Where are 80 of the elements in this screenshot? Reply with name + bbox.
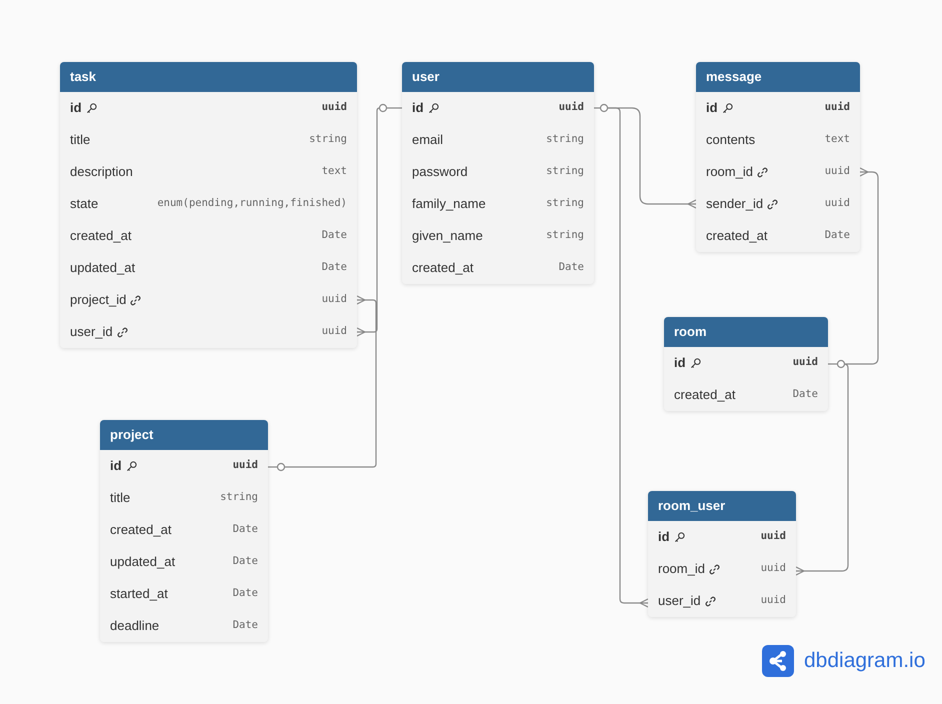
field-type: uuid bbox=[792, 355, 818, 370]
field-name: description bbox=[70, 163, 133, 182]
link-icon bbox=[708, 564, 720, 574]
field-name: given_name bbox=[412, 227, 483, 246]
table-header: project bbox=[100, 420, 268, 450]
field-name: deadline bbox=[110, 617, 160, 636]
field-name: room_id bbox=[658, 560, 705, 578]
table-header: task bbox=[60, 62, 357, 92]
field-name: id bbox=[706, 99, 718, 118]
field-name: created_at bbox=[110, 521, 172, 540]
field-name: id bbox=[110, 457, 122, 476]
field-name: id bbox=[674, 354, 686, 372]
field-type: uuid bbox=[760, 593, 786, 608]
field-type: uuid bbox=[322, 292, 347, 308]
table-header: room bbox=[664, 317, 828, 347]
field-name: title bbox=[70, 131, 90, 150]
field-type: uuid bbox=[760, 561, 786, 576]
field-name: created_at bbox=[70, 227, 132, 246]
field-type: Date bbox=[232, 618, 258, 634]
field-type: uuid bbox=[824, 100, 850, 116]
field-name: created_at bbox=[706, 227, 768, 246]
field-name: user_id bbox=[658, 592, 701, 610]
field-name: sender_id bbox=[706, 195, 764, 214]
field-type: Date bbox=[792, 387, 818, 402]
key-icon bbox=[722, 102, 733, 114]
field-type: Date bbox=[322, 260, 347, 276]
field-name: state bbox=[70, 195, 98, 214]
field-type: uuid bbox=[322, 100, 347, 116]
table-header: user bbox=[402, 62, 594, 92]
field-name: id bbox=[658, 528, 670, 546]
field-type: string bbox=[546, 132, 584, 148]
field-type: Date bbox=[232, 554, 258, 570]
key-icon bbox=[126, 460, 137, 472]
field-type: string bbox=[546, 228, 584, 244]
link-icon bbox=[116, 326, 128, 338]
field-name: project_id bbox=[70, 291, 126, 310]
key-icon bbox=[428, 102, 439, 114]
field-name: updated_at bbox=[110, 553, 176, 572]
table-header: message bbox=[696, 62, 860, 92]
key-icon bbox=[690, 358, 701, 368]
brand-name: dbdiagram.io bbox=[804, 648, 926, 674]
field-type: string bbox=[220, 490, 258, 506]
field-type: Date bbox=[824, 228, 850, 244]
field-type: Date bbox=[232, 522, 258, 538]
field-type: uuid bbox=[232, 458, 258, 474]
field-name: contents bbox=[706, 131, 756, 150]
field-name: started_at bbox=[110, 585, 168, 604]
table-header: room_user bbox=[648, 491, 796, 521]
field-name: password bbox=[412, 163, 468, 182]
field-type: enum(pending,running,finished) bbox=[157, 196, 347, 212]
field-name: created_at bbox=[412, 259, 474, 278]
field-type: uuid bbox=[760, 529, 786, 544]
field-name: updated_at bbox=[70, 259, 136, 278]
field-type: text bbox=[824, 132, 850, 148]
field-type: string bbox=[546, 164, 584, 180]
field-type: string bbox=[546, 196, 584, 212]
link-icon bbox=[704, 596, 716, 606]
link-icon bbox=[767, 198, 778, 210]
key-icon bbox=[86, 102, 97, 114]
key-icon bbox=[674, 532, 685, 542]
field-name: user_id bbox=[70, 323, 113, 342]
field-type: uuid bbox=[824, 196, 850, 212]
field-type: Date bbox=[558, 260, 584, 276]
link-icon bbox=[130, 294, 142, 306]
field-name: room_id bbox=[706, 163, 753, 182]
field-name: email bbox=[412, 131, 444, 150]
field-name: created_at bbox=[674, 386, 736, 404]
field-name: family_name bbox=[412, 195, 486, 214]
field-type: text bbox=[322, 164, 347, 180]
field-name: id bbox=[412, 99, 424, 118]
field-type: string bbox=[309, 132, 347, 148]
field-type: Date bbox=[322, 228, 347, 244]
link-icon bbox=[756, 166, 768, 178]
field-type: uuid bbox=[322, 324, 347, 340]
field-name: id bbox=[70, 99, 82, 118]
field-type: uuid bbox=[558, 100, 584, 116]
field-type: uuid bbox=[824, 164, 850, 180]
field-name: title bbox=[110, 489, 130, 508]
field-type: Date bbox=[232, 586, 258, 602]
logo-icon bbox=[762, 645, 794, 677]
